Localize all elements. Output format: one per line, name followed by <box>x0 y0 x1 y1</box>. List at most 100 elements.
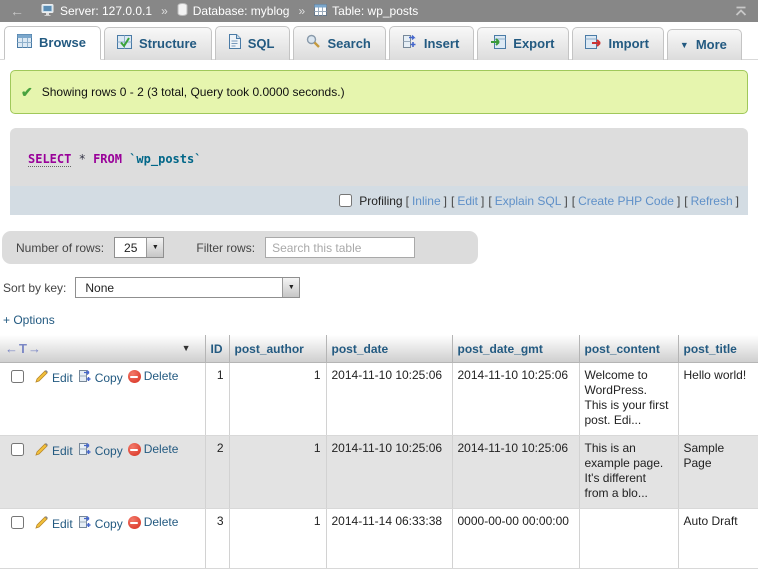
sql-query-text: SELECT * FROM `wp_posts` <box>28 152 201 167</box>
copy-row-link[interactable]: Copy <box>78 442 123 460</box>
filter-rows-label: Filter rows: <box>196 241 255 255</box>
bracket: [ <box>684 194 687 208</box>
sort-by-key-row: Sort by key: None ▼ <box>3 277 758 298</box>
row-actions-cell: Edit Copy Delete <box>0 363 205 436</box>
cell-post-date-gmt: 0000-00-00 00:00:00 <box>452 509 579 569</box>
export-icon <box>490 35 506 52</box>
column-header-id[interactable]: ID <box>205 335 229 363</box>
breadcrumb-table[interactable]: Table: wp_posts <box>314 4 418 19</box>
tab-sql[interactable]: SQL <box>215 26 290 60</box>
back-arrow-icon[interactable]: ← <box>10 3 24 19</box>
column-header-post-content[interactable]: post_content <box>579 335 678 363</box>
options-toggle: + Options <box>3 313 758 327</box>
sql-keyword-select: SELECT <box>28 152 71 167</box>
sql-star: * <box>79 152 86 166</box>
row-checkbox[interactable] <box>11 370 24 383</box>
column-header-post-date-gmt[interactable]: post_date_gmt <box>452 335 579 363</box>
tab-insert-label: Insert <box>424 36 459 51</box>
profiling-checkbox[interactable] <box>339 194 352 207</box>
number-of-rows-select[interactable]: 25 ▼ <box>114 237 164 258</box>
copy-icon <box>78 442 92 460</box>
column-header-post-title[interactable]: post_title <box>678 335 758 363</box>
success-check-icon: ✔ <box>21 84 33 101</box>
column-header-post-date[interactable]: post_date <box>326 335 452 363</box>
sort-by-key-select[interactable]: None ▼ <box>75 277 300 298</box>
edit-row-link[interactable]: Edit <box>35 515 73 533</box>
tab-search[interactable]: Search <box>293 26 386 60</box>
bracket: ] <box>736 194 739 208</box>
edit-row-link[interactable]: Edit <box>35 369 73 387</box>
profiling-label: Profiling <box>335 191 402 210</box>
database-icon <box>177 3 188 19</box>
tab-structure-label: Structure <box>139 36 197 51</box>
delete-row-link[interactable]: Delete <box>128 369 179 384</box>
tab-browse-label: Browse <box>39 35 86 50</box>
search-icon <box>306 34 321 52</box>
options-link[interactable]: + Options <box>3 313 55 327</box>
cell-id: 2 <box>205 436 229 509</box>
transpose-left-icon[interactable]: ← <box>5 341 19 356</box>
create-php-code-link[interactable]: Create PHP Code <box>578 194 674 208</box>
chevron-down-icon: ▼ <box>146 238 163 257</box>
breadcrumb-database[interactable]: Database: myblog <box>177 3 290 19</box>
copy-row-link[interactable]: Copy <box>78 515 123 533</box>
results-table: ←T→ ▼ ID post_author post_date post_date… <box>0 335 758 569</box>
tab-import[interactable]: Import <box>572 27 663 60</box>
refresh-link[interactable]: Refresh <box>691 194 733 208</box>
cell-post-content: This is an example page. It's different … <box>579 436 678 509</box>
transpose-t-icon[interactable]: T <box>19 341 28 356</box>
delete-row-link[interactable]: Delete <box>128 515 179 530</box>
breadcrumb-table-label: Table: wp_posts <box>332 4 418 18</box>
cell-post-author: 1 <box>229 363 326 436</box>
delete-icon <box>128 516 141 529</box>
breadcrumb-server[interactable]: Server: 127.0.0.1 <box>41 4 152 19</box>
row-checkbox[interactable] <box>11 516 24 529</box>
tab-export[interactable]: Export <box>477 27 569 60</box>
success-message: ✔ Showing rows 0 - 2 (3 total, Query too… <box>10 70 748 114</box>
edit-row-link[interactable]: Edit <box>35 442 73 460</box>
explain-sql-link[interactable]: Explain SQL <box>495 194 562 208</box>
collapse-panel-icon[interactable] <box>734 6 748 17</box>
chevron-down-icon: ▼ <box>282 278 299 297</box>
sort-by-key-label: Sort by key: <box>3 281 66 295</box>
cell-post-author: 1 <box>229 509 326 569</box>
cell-post-content: Welcome to WordPress. This is your first… <box>579 363 678 436</box>
column-header-post-author[interactable]: post_author <box>229 335 326 363</box>
row-checkbox[interactable] <box>11 443 24 456</box>
tab-sql-label: SQL <box>248 36 275 51</box>
table-row: Edit Copy Delete 1 1 2014-11-10 10:25:06… <box>0 363 758 436</box>
bracket: ] <box>564 194 567 208</box>
filter-rows-input[interactable] <box>265 237 415 258</box>
pencil-icon <box>35 442 49 460</box>
table-header-row: ←T→ ▼ ID post_author post_date post_date… <box>0 335 758 363</box>
breadcrumb-separator: » <box>298 4 305 18</box>
tab-browse[interactable]: Browse <box>4 26 101 60</box>
chevron-down-icon: ▼ <box>680 40 689 50</box>
pencil-icon <box>35 369 49 387</box>
cell-post-date: 2014-11-10 10:25:06 <box>326 363 452 436</box>
inline-link[interactable]: Inline <box>412 194 441 208</box>
cell-id: 3 <box>205 509 229 569</box>
browse-icon <box>17 34 32 51</box>
import-icon <box>585 35 601 52</box>
breadcrumb-separator: » <box>161 4 168 18</box>
cell-post-author: 1 <box>229 436 326 509</box>
tab-more[interactable]: ▼ More <box>667 29 742 60</box>
row-actions-cell: Edit Copy Delete <box>0 509 205 569</box>
delete-icon <box>128 370 141 383</box>
tab-structure[interactable]: Structure <box>104 27 212 60</box>
transpose-right-icon[interactable]: → <box>28 341 42 356</box>
cell-post-content <box>579 509 678 569</box>
tab-insert[interactable]: Insert <box>389 26 474 60</box>
delete-row-link[interactable]: Delete <box>128 442 179 457</box>
copy-icon <box>78 369 92 387</box>
copy-icon <box>78 515 92 533</box>
edit-query-link[interactable]: Edit <box>457 194 478 208</box>
cell-post-title: Auto Draft <box>678 509 758 569</box>
pencil-icon <box>35 515 49 533</box>
tab-search-label: Search <box>328 36 371 51</box>
copy-row-link[interactable]: Copy <box>78 369 123 387</box>
bracket: [ <box>451 194 454 208</box>
number-of-rows-label: Number of rows: <box>16 241 104 255</box>
header-dropdown-icon[interactable]: ▼ <box>182 343 191 353</box>
